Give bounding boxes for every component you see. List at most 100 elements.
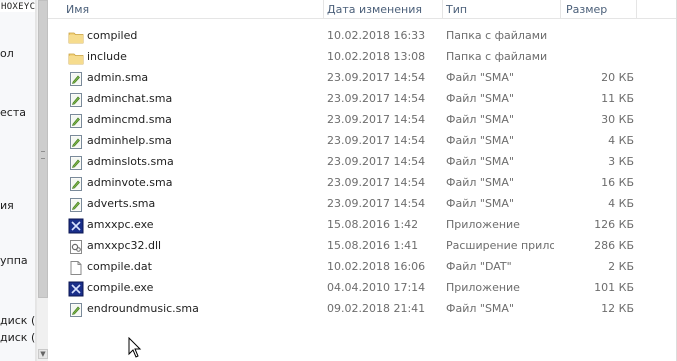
nav-item[interactable]: ия xyxy=(0,199,14,212)
nav-item[interactable]: диск ( xyxy=(0,331,35,344)
file-row[interactable]: endroundmusic.sma 09.02.2018 21:41 Файл "S… xyxy=(48,299,677,320)
scrollbar-thumb[interactable] xyxy=(38,0,48,298)
file-row[interactable]: compile.dat 10.02.2018 16:06 Файл "DAT" 2 К… xyxy=(48,257,677,278)
nav-item[interactable]: еста xyxy=(0,106,26,119)
sma-file-icon xyxy=(68,134,84,150)
file-size: 101 КБ xyxy=(594,281,634,294)
file-size: 12 КБ xyxy=(601,302,634,315)
file-size: 126 КБ xyxy=(594,218,634,231)
file-name: adverts.sma xyxy=(87,197,156,210)
file-name: compile.exe xyxy=(87,281,154,294)
file-name: adminvote.sma xyxy=(87,176,173,189)
column-name-header[interactable]: Имя xyxy=(66,3,89,16)
file-type: Файл "SMA" xyxy=(446,113,515,126)
file-size: 4 КБ xyxy=(608,197,634,210)
file-name: endroundmusic.sma xyxy=(87,302,199,315)
file-type: Файл "SMA" xyxy=(446,176,515,189)
column-size-header[interactable]: Размер xyxy=(566,3,607,16)
file-name: compile.dat xyxy=(87,260,152,273)
nav-item[interactable]: диск ( xyxy=(0,314,35,327)
file-row[interactable]: adminchat.sma 23.09.2017 14:54 Файл "SMA" 1… xyxy=(48,89,677,110)
file-type: Папка с файлами xyxy=(446,29,548,42)
blank-file-icon xyxy=(68,260,84,276)
file-name: adminhelp.sma xyxy=(87,134,172,147)
file-size: 11 КБ xyxy=(601,92,634,105)
file-date: 23.09.2017 14:54 xyxy=(327,176,426,189)
file-size: 4 КБ xyxy=(608,134,634,147)
file-date: 15.08.2016 1:42 xyxy=(327,218,419,231)
file-date: 15.08.2016 1:41 xyxy=(327,239,419,252)
file-type: Папка с файлами xyxy=(446,50,548,63)
file-row[interactable]: adverts.sma 23.09.2017 14:54 Файл "SMA" 4 К… xyxy=(48,194,677,215)
file-date: 04.04.2010 17:14 xyxy=(327,281,426,294)
folder-icon xyxy=(68,29,84,45)
file-row[interactable]: admincmd.sma 23.09.2017 14:54 Файл "SMA" 30… xyxy=(48,110,677,131)
column-divider[interactable] xyxy=(323,0,324,19)
file-name: compiled xyxy=(87,29,138,42)
file-type: Файл "SMA" xyxy=(446,71,515,84)
folder-icon xyxy=(68,50,84,66)
nav-scrollbar[interactable]: ▼ xyxy=(36,0,48,361)
file-date: 23.09.2017 14:54 xyxy=(327,71,426,84)
file-name: amxxpc32.dll xyxy=(87,239,162,252)
file-date: 23.09.2017 14:54 xyxy=(327,197,426,210)
file-type: Файл "SMA" xyxy=(446,134,515,147)
grip-icon xyxy=(41,151,45,159)
file-date: 10.02.2018 16:33 xyxy=(327,29,426,42)
file-type: Расширение прило... xyxy=(446,239,554,252)
file-size: 286 КБ xyxy=(594,239,634,252)
column-divider[interactable] xyxy=(442,0,443,19)
sma-file-icon xyxy=(68,302,84,318)
file-name: admin.sma xyxy=(87,71,149,84)
sma-file-icon xyxy=(68,92,84,108)
file-date: 23.09.2017 14:54 xyxy=(327,113,426,126)
column-divider[interactable] xyxy=(560,0,561,19)
mouse-cursor-icon xyxy=(128,337,142,358)
column-type-header[interactable]: Тип xyxy=(446,3,467,16)
nav-item[interactable]: ол xyxy=(0,47,14,60)
file-row[interactable]: adminvote.sma 23.09.2017 14:54 Файл "SMA" 1… xyxy=(48,173,677,194)
sma-file-icon xyxy=(68,155,84,171)
column-header: Имя Дата изменения Тип Размер xyxy=(48,0,677,19)
scroll-down-arrow-icon[interactable]: ▼ xyxy=(38,349,48,359)
navigation-pane: ол еста ия уппа диск ( диск ( HOXEYCAM xyxy=(0,0,36,361)
column-date-header[interactable]: Дата изменения xyxy=(327,3,422,16)
file-date: 10.02.2018 13:08 xyxy=(327,50,426,63)
dll-icon xyxy=(68,239,84,255)
watermark: HOXEYCAM xyxy=(0,2,35,12)
file-row[interactable]: admin.sma 23.09.2017 14:54 Файл "SMA" 20 КБ xyxy=(48,68,677,89)
file-type: Файл "DAT" xyxy=(446,260,512,273)
file-name: adminslots.sma xyxy=(87,155,174,168)
file-date: 23.09.2017 14:54 xyxy=(327,92,426,105)
sma-file-icon xyxy=(68,197,84,213)
file-type: Файл "SMA" xyxy=(446,197,515,210)
file-date: 23.09.2017 14:54 xyxy=(327,134,426,147)
file-size: 30 КБ xyxy=(601,113,634,126)
file-row[interactable]: compiled 10.02.2018 16:33 Папка с файлами xyxy=(48,26,677,47)
file-name: include xyxy=(87,50,127,63)
file-type: Приложение xyxy=(446,281,520,294)
nav-item[interactable]: уппа xyxy=(0,254,28,267)
sma-file-icon xyxy=(68,113,84,129)
sma-file-icon xyxy=(68,176,84,192)
file-name: admincmd.sma xyxy=(87,113,172,126)
file-row[interactable]: include 10.02.2018 13:08 Папка с файлами xyxy=(48,47,677,68)
file-type: Приложение xyxy=(446,218,520,231)
sma-file-icon xyxy=(68,71,84,87)
file-size: 2 КБ xyxy=(608,260,634,273)
file-type: Файл "SMA" xyxy=(446,302,515,315)
file-row[interactable]: adminslots.sma 23.09.2017 14:54 Файл "SMA"… xyxy=(48,152,677,173)
file-date: 09.02.2018 21:41 xyxy=(327,302,426,315)
file-size: 20 КБ xyxy=(601,71,634,84)
file-row[interactable]: adminhelp.sma 23.09.2017 14:54 Файл "SMA" 4… xyxy=(48,131,677,152)
file-date: 10.02.2018 16:06 xyxy=(327,260,426,273)
file-row[interactable]: amxxpc.exe 15.08.2016 1:42 Приложение 126 К… xyxy=(48,215,677,236)
exe-icon xyxy=(68,281,84,297)
file-row[interactable]: amxxpc32.dll 15.08.2016 1:41 Расширение пр… xyxy=(48,236,677,257)
file-size: 16 КБ xyxy=(601,176,634,189)
column-divider[interactable] xyxy=(636,0,637,19)
file-name: amxxpc.exe xyxy=(87,218,154,231)
file-type: Файл "SMA" xyxy=(446,92,515,105)
file-date: 23.09.2017 14:54 xyxy=(327,155,426,168)
file-row[interactable]: compile.exe 04.04.2010 17:14 Приложение 101… xyxy=(48,278,677,299)
